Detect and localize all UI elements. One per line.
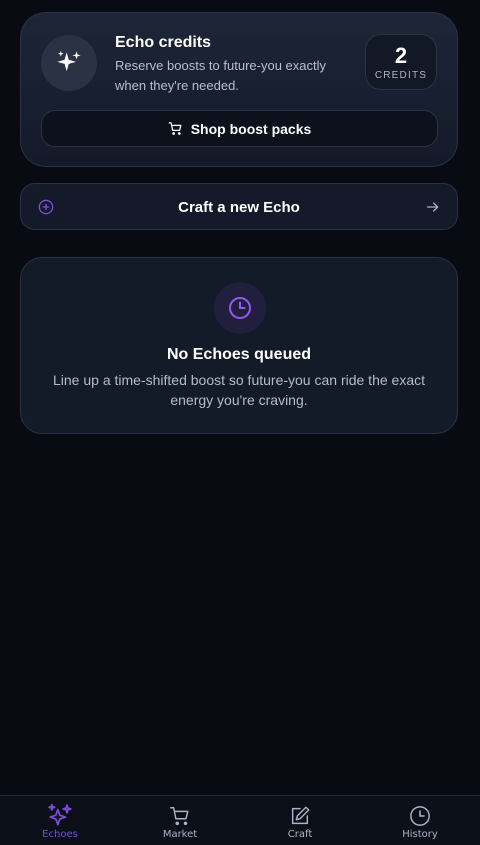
nav-label-history: History [402,829,438,840]
credits-avatar [41,35,97,91]
nav-label-market: Market [162,829,198,840]
edit-icon [291,806,310,825]
credits-title: Echo credits [115,34,212,51]
cart-icon [168,122,182,135]
empty-state-description: Line up a time-shifted boost so future-y… [53,372,425,408]
arrow-right-icon [427,202,439,212]
empty-state-title: No Echoes queued [166,346,312,363]
craft-new-echo-button[interactable]: Craft a new Echo [20,183,458,230]
credits-description: Reserve boosts to future-you exactly whe… [115,58,326,93]
craft-label: Craft a new Echo [178,199,300,216]
nav-item-history[interactable]: History [360,796,480,845]
credits-unit-label: CREDITS [374,70,428,81]
sparkles-icon [57,50,81,72]
bottom-nav: Echoes Market Craft History [0,795,480,845]
nav-item-market[interactable]: Market [120,796,240,845]
nav-label-craft: Craft [287,829,313,840]
clock-icon [229,297,251,319]
echo-credits-card: Echo credits Reserve boosts to future-yo… [20,12,458,167]
shop-button-label: Shop boost packs [190,120,312,137]
cart-icon [170,807,189,826]
clock-icon [410,806,430,826]
empty-state-icon-badge [214,282,266,334]
empty-state-card: No Echoes queued Line up a time-shifted … [20,257,458,434]
credits-count-badge: 2 CREDITS [365,34,437,90]
nav-item-echoes[interactable]: Echoes [0,796,120,845]
sparkles-icon [48,803,72,826]
nav-item-craft[interactable]: Craft [240,796,360,845]
credits-count: 2 [394,43,408,68]
nav-label-echoes: Echoes [42,829,78,840]
shop-boost-packs-button[interactable]: Shop boost packs [41,110,438,147]
